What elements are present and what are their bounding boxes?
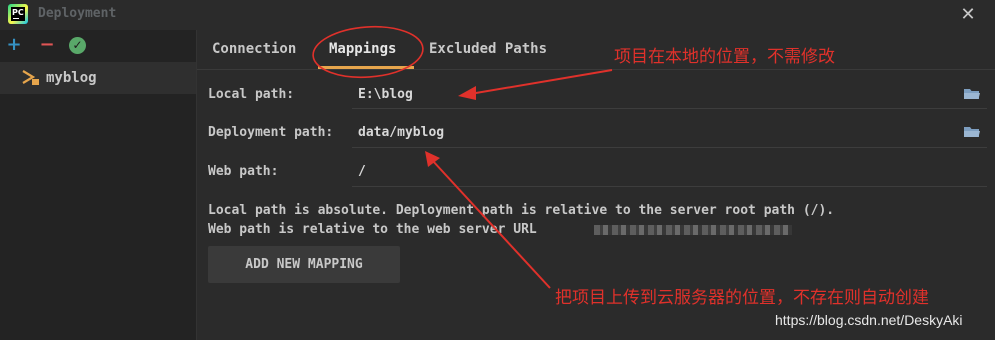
arrow-to-local-path (469, 69, 613, 95)
highlight-circle (312, 25, 424, 79)
arrowhead-local-path (458, 86, 476, 100)
arrowhead-deployment-path (425, 151, 440, 167)
arrow-to-deployment-path (431, 159, 551, 289)
annotation-local-path: 项目在本地的位置，不需修改 (614, 47, 835, 67)
watermark: https://blog.csdn.net/DeskyAki (775, 312, 963, 328)
annotation-deployment-path: 把项目上传到云服务器的位置，不存在则自动创建 (555, 288, 929, 308)
